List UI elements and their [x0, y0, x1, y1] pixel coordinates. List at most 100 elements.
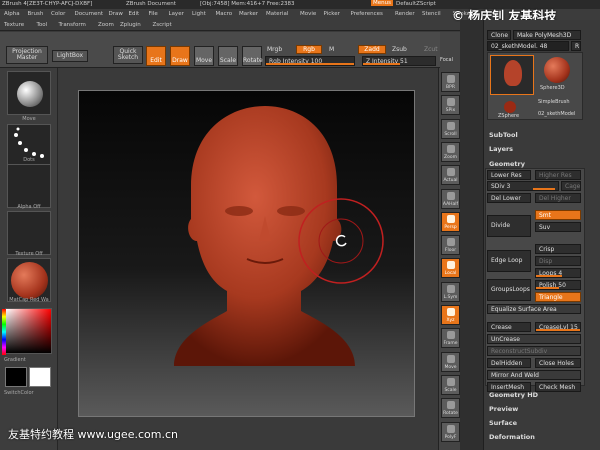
- groupsloops-button[interactable]: GroupsLoops: [487, 279, 531, 301]
- menu-macro[interactable]: Macro: [216, 11, 233, 17]
- delhidden-button[interactable]: DelHidden: [487, 358, 531, 368]
- menu-render[interactable]: Render: [395, 11, 415, 17]
- mirror-weld-button[interactable]: Mirror And Weld: [487, 370, 581, 380]
- disp-toggle[interactable]: Disp: [535, 256, 581, 266]
- texture-thumbnail[interactable]: [7, 211, 51, 255]
- hue-strip[interactable]: [2, 309, 6, 355]
- lower-res-button[interactable]: Lower Res: [487, 170, 531, 180]
- brush-thumbnail[interactable]: [7, 71, 51, 115]
- menu-zplugin[interactable]: Zplugin: [120, 22, 141, 28]
- divide-button[interactable]: Divide: [487, 215, 531, 237]
- del-higher-button[interactable]: Del Higher: [535, 193, 581, 203]
- zadd-toggle[interactable]: Zadd: [358, 45, 386, 54]
- check-mesh-button[interactable]: Check Mesh: [535, 382, 581, 392]
- menu-alpha[interactable]: Alpha: [4, 11, 20, 17]
- shelf-scale-button[interactable]: Scale: [441, 374, 460, 395]
- menu-brush[interactable]: Brush: [28, 11, 44, 17]
- shelf-spix-button[interactable]: SPix: [441, 95, 460, 116]
- shelf-scroll-button[interactable]: Scroll: [441, 118, 460, 139]
- loops-slider[interactable]: Loops 4: [535, 268, 581, 278]
- menu-color[interactable]: Color: [51, 11, 65, 17]
- clone-button[interactable]: Clone: [487, 30, 511, 40]
- menu-picker[interactable]: Picker: [324, 11, 340, 17]
- menu-marker[interactable]: Marker: [239, 11, 258, 17]
- menu-material[interactable]: Material: [266, 11, 288, 17]
- crease-button[interactable]: Crease: [487, 322, 531, 332]
- crisp-toggle[interactable]: Crisp: [535, 244, 581, 254]
- sphere3d-icon[interactable]: [544, 57, 570, 83]
- creaselvl-slider[interactable]: CreaseLvl 15: [535, 322, 581, 332]
- zsub-toggle[interactable]: Zsub: [392, 46, 407, 53]
- menu-document[interactable]: Document: [75, 11, 104, 17]
- surface-section[interactable]: Surface: [489, 419, 517, 427]
- edge-loop-button[interactable]: Edge Loop: [487, 250, 531, 272]
- polish-slider[interactable]: Polish 50: [535, 280, 581, 290]
- menu-edit[interactable]: Edit: [129, 11, 140, 17]
- menu-zscript[interactable]: Zscript: [153, 22, 172, 28]
- shelf-frame-button[interactable]: Frame: [441, 328, 460, 349]
- draw-mode-button[interactable]: Draw: [170, 46, 190, 66]
- del-lower-button[interactable]: Del Lower: [487, 193, 531, 203]
- preview-section[interactable]: Preview: [489, 405, 518, 413]
- shelf-aahalf-button[interactable]: AAHalf: [441, 188, 460, 209]
- shelf-local-button[interactable]: Local: [441, 258, 460, 279]
- menu-light[interactable]: Light: [192, 11, 206, 17]
- menus-button[interactable]: Menus: [371, 0, 393, 6]
- cage-button[interactable]: Cage: [561, 181, 581, 191]
- tool-name-slider[interactable]: 02_skethModel. 48: [487, 41, 569, 51]
- zcut-toggle[interactable]: Zcut: [424, 46, 438, 53]
- menu-tool[interactable]: Tool: [37, 22, 48, 28]
- rgb-intensity-slider[interactable]: Rgb Intensity 100: [265, 56, 355, 66]
- menu-texture[interactable]: Texture: [4, 22, 24, 28]
- menu-stencil[interactable]: Stencil: [422, 11, 441, 17]
- projection-master-button[interactable]: Projection Master: [6, 46, 48, 64]
- rgb-toggle[interactable]: Rgb: [296, 45, 322, 54]
- shelf-persp-button[interactable]: Persp: [441, 211, 460, 232]
- reconstruct-subdiv-button[interactable]: ReconstructSubdiv: [487, 346, 581, 356]
- equalize-surface-button[interactable]: Equalize Surface Area: [487, 304, 581, 314]
- shelf-move-button[interactable]: Move: [441, 351, 460, 372]
- geometry-section[interactable]: Geometry: [489, 160, 525, 168]
- sdiv-slider[interactable]: SDiv 3: [487, 181, 559, 191]
- close-holes-button[interactable]: Close Holes: [535, 358, 581, 368]
- menu-movie[interactable]: Movie: [300, 11, 316, 17]
- r-button[interactable]: R: [571, 41, 581, 51]
- active-tool-thumb[interactable]: [490, 55, 534, 95]
- shelf-xyz-button[interactable]: Xyz: [441, 305, 460, 325]
- mrgb-toggle[interactable]: Mrgb: [267, 46, 282, 53]
- layers-section[interactable]: Layers: [489, 145, 513, 153]
- rotate-mode-button[interactable]: Rotate: [242, 46, 263, 66]
- menu-transform[interactable]: Transform: [59, 22, 86, 28]
- shelf-bpr-button[interactable]: BPR: [441, 72, 460, 92]
- triangle-toggle[interactable]: Triangle: [535, 292, 581, 302]
- secondary-color-swatch[interactable]: [29, 367, 51, 387]
- smt-toggle[interactable]: Smt: [535, 210, 581, 220]
- menu-draw[interactable]: Draw: [109, 11, 123, 17]
- higher-res-button[interactable]: Higher Res: [535, 170, 581, 180]
- subtool-section[interactable]: SubTool: [489, 131, 518, 139]
- suv-toggle[interactable]: Suv: [535, 222, 581, 232]
- document-canvas[interactable]: [78, 90, 415, 417]
- menu-file[interactable]: File: [149, 11, 158, 17]
- shelf-lsym-button[interactable]: L.Sym: [441, 281, 460, 302]
- color-picker[interactable]: [2, 308, 52, 355]
- shelf-rotate-button[interactable]: Rotate: [441, 398, 460, 419]
- primary-color-swatch[interactable]: [5, 367, 27, 387]
- alpha-thumbnail[interactable]: [7, 164, 51, 208]
- zsphere-icon[interactable]: [504, 101, 516, 113]
- m-toggle[interactable]: M: [329, 46, 334, 53]
- scale-mode-button[interactable]: Scale: [218, 46, 238, 66]
- edit-mode-button[interactable]: Edit: [146, 46, 166, 66]
- quick-sketch-button[interactable]: Quick Sketch: [113, 46, 143, 64]
- menu-layer[interactable]: Layer: [169, 11, 184, 17]
- make-polymesh-button[interactable]: Make PolyMesh3D: [513, 30, 581, 40]
- geometry-hd-section[interactable]: Geometry HD: [489, 391, 538, 399]
- deformation-section[interactable]: Deformation: [489, 433, 535, 441]
- menu-preferences[interactable]: Preferences: [351, 11, 383, 17]
- shelf-floor-button[interactable]: Floor: [441, 235, 460, 256]
- z-intensity-slider[interactable]: Z Intensity 51: [362, 56, 436, 66]
- material-thumbnail[interactable]: [7, 258, 51, 302]
- shelf-polyf-button[interactable]: PolyF: [441, 421, 460, 442]
- uncrease-button[interactable]: UnCrease: [487, 334, 581, 344]
- move-mode-button[interactable]: Move: [194, 46, 214, 66]
